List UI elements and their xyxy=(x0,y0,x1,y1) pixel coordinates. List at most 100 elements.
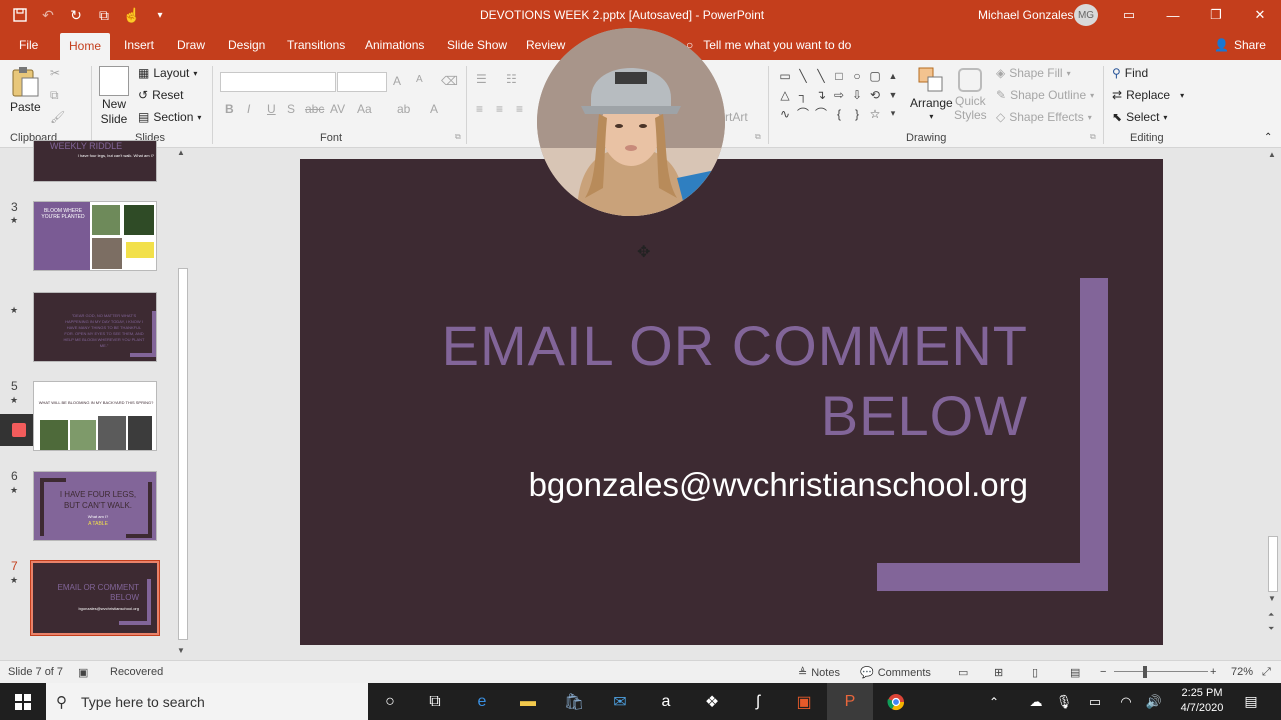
oval-shape-icon[interactable]: ○ xyxy=(848,66,866,85)
highlight-icon[interactable]: ab xyxy=(397,102,410,116)
more-shapes-icon[interactable]: ▾ xyxy=(884,104,902,123)
underline-button[interactable]: U xyxy=(267,102,276,116)
customize-qat-icon[interactable]: ▾ xyxy=(150,5,170,25)
drawing-dialog-launcher-icon[interactable]: ⧉ xyxy=(1090,132,1096,142)
thumbnail-scrollbar[interactable]: ▲ ▼ xyxy=(176,148,190,660)
shape-effects-button[interactable]: ◇ Shape Effects ▾ xyxy=(996,110,1092,124)
shape-outline-button[interactable]: ✎ Shape Outline ▾ xyxy=(996,88,1094,102)
spell-check-icon[interactable]: ▣ xyxy=(78,666,88,679)
right-arrow-shape-icon[interactable]: ⇨ xyxy=(830,85,848,104)
store-icon[interactable]: 🛍 xyxy=(551,683,597,720)
textbox-shape-icon[interactable]: ▭ xyxy=(776,66,794,85)
brace-right-icon[interactable]: } xyxy=(848,104,866,123)
redo-icon[interactable]: ↻ xyxy=(66,5,86,25)
app-s-icon[interactable]: ʃ xyxy=(735,683,781,720)
slide-scroll-thumb[interactable] xyxy=(1268,536,1278,592)
align-center-icon[interactable]: ≡ xyxy=(496,102,503,116)
font-dialog-launcher-icon[interactable]: ⧉ xyxy=(455,132,461,142)
ribbon-display-options-icon[interactable]: ▭ xyxy=(1115,4,1143,26)
tab-insert[interactable]: Insert xyxy=(115,30,163,60)
quick-styles-button[interactable]: Quick Styles xyxy=(954,66,987,122)
zoom-slider-thumb[interactable] xyxy=(1143,666,1147,678)
previous-slide-icon[interactable]: ⏶ xyxy=(1268,610,1274,620)
change-case-button[interactable]: Aa xyxy=(357,102,372,116)
replace-button[interactable]: ⇄ Replace ▾ xyxy=(1112,88,1184,102)
copy-icon[interactable]: ⧉ xyxy=(50,88,59,103)
scroll-up-icon[interactable]: ▲ xyxy=(1268,150,1276,159)
tab-home[interactable]: Home xyxy=(60,33,111,60)
scroll-up-icon[interactable]: ▲ xyxy=(177,148,185,157)
select-button[interactable]: ⬉ Select ▾ xyxy=(1112,110,1167,124)
mail-icon[interactable]: ✉ xyxy=(597,683,643,720)
slide-title[interactable]: EMAIL OR COMMENT xyxy=(442,313,1028,378)
new-slide-button[interactable]: New Slide xyxy=(99,66,129,126)
paste-button[interactable]: Paste xyxy=(10,66,41,114)
line-shape-icon-2[interactable]: ╲ xyxy=(812,66,830,85)
align-left-icon[interactable]: ≡ xyxy=(476,102,483,116)
reading-view-icon[interactable]: ▯ xyxy=(1032,666,1038,679)
dropbox-icon[interactable]: ❖ xyxy=(689,683,735,720)
thumbnail-scroll-thumb[interactable] xyxy=(178,268,188,640)
office-icon[interactable]: ▣ xyxy=(781,683,827,720)
notifications-icon[interactable]: ▤ xyxy=(1236,683,1266,720)
character-spacing-button[interactable]: AV xyxy=(330,102,345,116)
slide-thumbnail-6[interactable]: I HAVE FOUR LEGS, BUT CAN'T WALK. What a… xyxy=(33,471,157,541)
format-painter-icon[interactable]: 🖌 xyxy=(50,110,65,124)
slide-thumbnail-4[interactable]: "DEAR GOD, NO MATTER WHAT'S HAPPENING IN… xyxy=(33,292,157,362)
clear-formatting-icon[interactable]: ⌫ xyxy=(441,74,458,88)
maximize-icon[interactable]: ❐ xyxy=(1202,4,1230,26)
font-size-dropdown[interactable] xyxy=(337,72,387,92)
slide-thumbnail-3[interactable]: BLOOM WHERE YOU'RE PLANTED xyxy=(33,201,157,271)
zoom-out-icon[interactable]: − xyxy=(1100,666,1106,678)
curve-shape-icon[interactable]: ∿ xyxy=(776,104,794,123)
scroll-down-icon[interactable]: ▼ xyxy=(884,85,902,104)
tab-file[interactable]: File xyxy=(10,30,47,60)
taskbar-search-box[interactable]: ⚲ Type here to search xyxy=(46,683,368,720)
scroll-up-icon[interactable]: ▲ xyxy=(884,66,902,85)
arrange-button[interactable]: Arrange ▾ xyxy=(910,66,953,121)
volume-icon[interactable]: 🔊 xyxy=(1142,683,1166,720)
decrease-font-icon[interactable]: A xyxy=(416,74,423,85)
powerpoint-taskbar-icon[interactable]: P xyxy=(827,683,873,720)
font-name-dropdown[interactable] xyxy=(220,72,336,92)
next-slide-icon[interactable]: ⏷ xyxy=(1268,624,1274,634)
tab-transitions[interactable]: Transitions xyxy=(278,30,354,60)
tab-design[interactable]: Design xyxy=(219,30,274,60)
tab-slide-show[interactable]: Slide Show xyxy=(438,30,516,60)
slide-sorter-icon[interactable]: ⊞ xyxy=(994,666,1003,679)
zoom-in-icon[interactable]: + xyxy=(1210,666,1216,678)
task-view-icon[interactable]: ⧉ xyxy=(412,683,458,720)
show-hidden-icons-icon[interactable]: ⌃ xyxy=(983,683,1005,720)
record-button[interactable] xyxy=(0,414,36,446)
paragraph-dialog-launcher-icon[interactable]: ⧉ xyxy=(755,132,761,142)
normal-view-icon[interactable]: ▭ xyxy=(958,666,968,679)
find-button[interactable]: ⚲ Find xyxy=(1112,66,1148,80)
minimize-icon[interactable]: — xyxy=(1159,4,1187,26)
edge-icon[interactable]: e xyxy=(459,683,505,720)
line-shape-icon[interactable]: ╲ xyxy=(794,66,812,85)
elbow-connector-icon[interactable]: ┐ xyxy=(794,85,812,104)
undo-icon[interactable]: ↶ xyxy=(38,5,58,25)
battery-icon[interactable]: ▭ xyxy=(1084,683,1106,720)
onedrive-icon[interactable]: ☁ xyxy=(1024,683,1048,720)
font-color-icon[interactable]: A xyxy=(430,102,438,116)
notes-button[interactable]: ≜ Notes xyxy=(798,666,840,680)
increase-font-icon[interactable]: A xyxy=(393,74,401,88)
shape-fill-button[interactable]: ◈ Shape Fill ▾ xyxy=(996,66,1071,80)
fit-slide-icon[interactable]: ⤢ xyxy=(1262,666,1271,679)
collapse-ribbon-icon[interactable]: ⌃ xyxy=(1264,132,1272,143)
wifi-icon[interactable]: ◠ xyxy=(1114,683,1138,720)
shapes-gallery[interactable]: ▭ ╲ ╲ □ ○ ▢ ▲ △ ┐ ↴ ⇨ ⇩ ⟲ ▼ ∿ ⌒ ⌒ { } ☆ … xyxy=(776,66,906,124)
numbering-icon[interactable]: ☷ xyxy=(506,72,517,86)
tab-draw[interactable]: Draw xyxy=(168,30,214,60)
triangle-shape-icon[interactable]: △ xyxy=(776,85,794,104)
slide-thumbnail-7[interactable]: EMAIL OR COMMENT BELOW bgonzales@wvchris… xyxy=(30,560,160,636)
rectangle-shape-icon[interactable]: □ xyxy=(830,66,848,85)
cut-icon[interactable]: ✂ xyxy=(50,66,60,80)
slide-thumbnail-5[interactable]: WHAT WILL BE BLOOMING IN MY BACKYARD THI… xyxy=(33,381,157,451)
reset-button[interactable]: ↺ Reset xyxy=(138,88,183,102)
scroll-down-icon[interactable]: ▼ xyxy=(177,646,185,655)
section-button[interactable]: ▤ Section ▾ xyxy=(138,110,201,124)
microphone-icon[interactable]: 🎙 xyxy=(1053,683,1075,720)
scroll-down-icon[interactable]: ▼ xyxy=(1268,594,1276,603)
